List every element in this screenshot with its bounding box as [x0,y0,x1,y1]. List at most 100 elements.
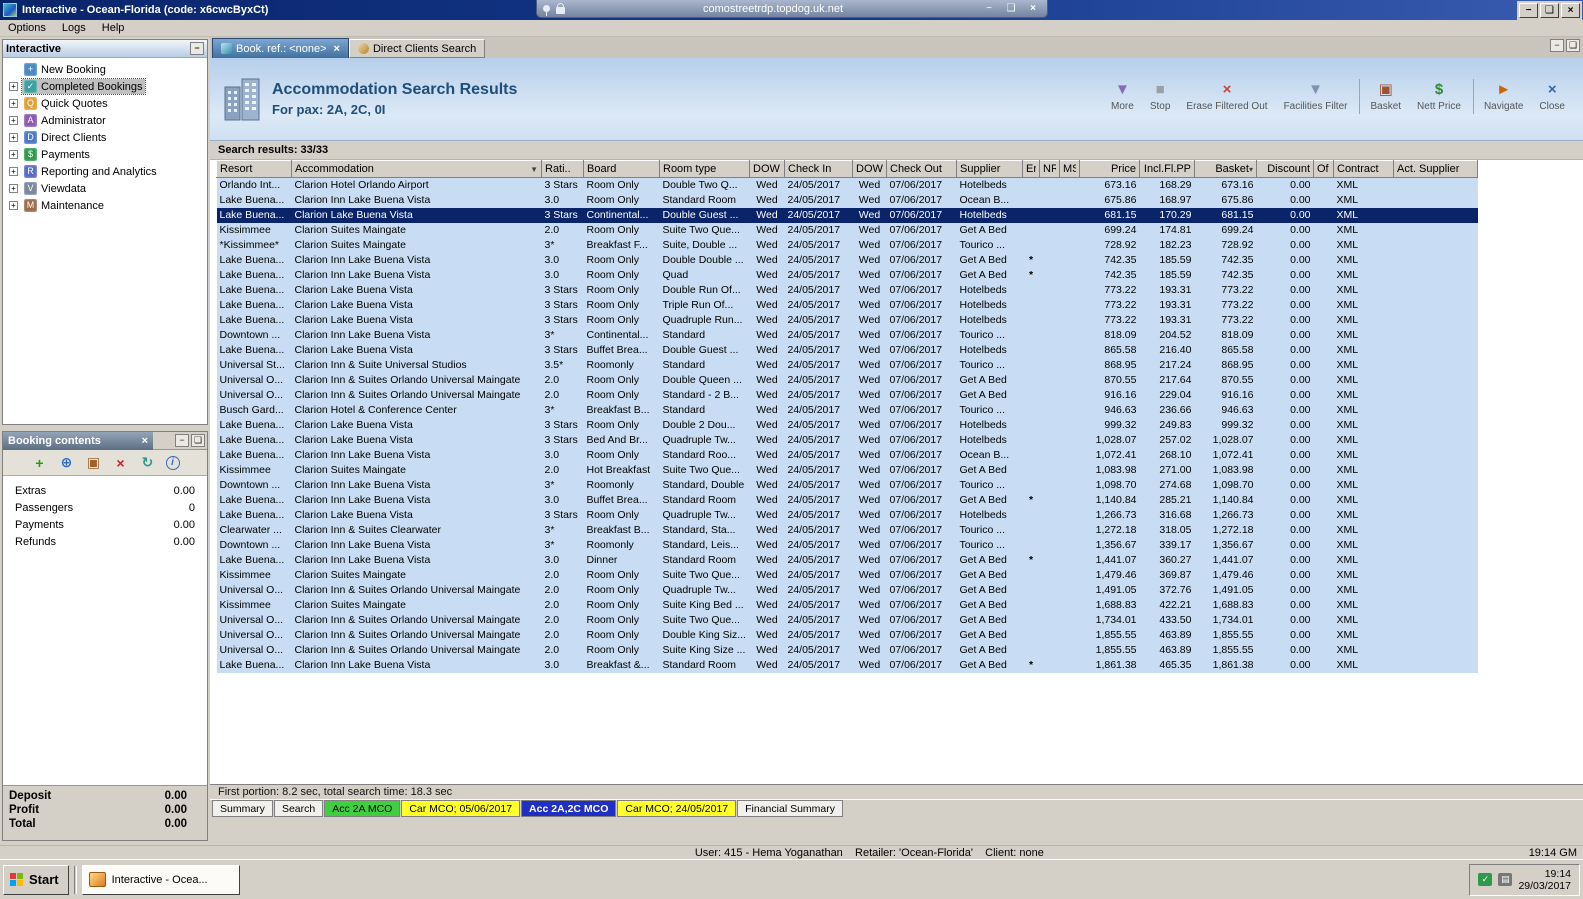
column-header[interactable]: Rati.. [541,160,584,178]
rdp-close-button[interactable] [1025,2,1041,16]
toolbar-button[interactable]: ■ Stop [1142,79,1179,114]
table-row[interactable]: Universal O... Clarion Inn & Suites Orla… [216,642,1478,658]
table-row[interactable]: Downtown ... Clarion Inn Lake Buena Vist… [216,537,1478,553]
sidebar-item[interactable]: + New Booking [3,61,207,78]
table-row[interactable]: Busch Gard... Clarion Hotel & Conference… [216,402,1478,418]
table-row[interactable]: Universal O... Clarion Inn & Suites Orla… [216,582,1478,598]
table-row[interactable]: Lake Buena... Clarion Lake Buena Vista 3… [216,297,1478,313]
tab-direct-clients-search[interactable]: Direct Clients Search [348,39,486,58]
expand-icon[interactable] [9,116,18,125]
sidebar-item[interactable]: M Maintenance [3,197,207,214]
table-row[interactable]: Lake Buena... Clarion Inn Lake Buena Vis… [216,447,1478,463]
column-header[interactable]: DOW [852,160,887,178]
toolbar-button[interactable]: ▼ More [1103,79,1142,114]
column-header[interactable]: Act. Supplier [1393,160,1478,178]
booking-panel-close-icon[interactable] [142,435,148,447]
booking-toolbar-icon[interactable]: ▣ [85,454,103,472]
expand-icon[interactable] [9,150,18,159]
menu-item[interactable]: Options [0,21,54,35]
table-row[interactable]: Universal O... Clarion Inn & Suites Orla… [216,627,1478,643]
table-row[interactable]: Kissimmee Clarion Suites Maingate 2.0 Ro… [216,597,1478,613]
column-header[interactable]: Basket ▾ [1194,160,1257,178]
column-header[interactable]: Supplier [956,160,1023,178]
booking-toolbar-icon[interactable]: + [31,454,49,472]
table-row[interactable]: Universal St... Clarion Inn & Suite Univ… [216,357,1478,373]
bottom-tab[interactable]: Acc 2A,2C MCO [521,800,617,817]
toolbar-button[interactable]: $ Nett Price [1409,78,1474,114]
table-row[interactable]: Universal O... Clarion Inn & Suites Orla… [216,372,1478,388]
table-row[interactable]: Lake Buena... Clarion Inn Lake Buena Vis… [216,492,1478,508]
booking-toolbar-icon[interactable]: ⊕ [58,454,76,472]
column-header-icon[interactable]: ▼ [530,165,538,174]
toolbar-button[interactable]: ▼ Facilities Filter [1276,78,1361,114]
table-row[interactable]: Universal O... Clarion Inn & Suites Orla… [216,387,1478,403]
table-row[interactable]: *Kissimmee* Clarion Suites Maingate 3* B… [216,237,1478,253]
table-row[interactable]: Lake Buena... Clarion Inn Lake Buena Vis… [216,192,1478,208]
expand-icon[interactable] [9,184,18,193]
table-row[interactable]: Lake Buena... Clarion Lake Buena Vista 3… [216,432,1478,448]
rdp-minimize-button[interactable] [981,2,997,16]
expand-icon[interactable] [9,201,18,210]
sidebar-item[interactable]: D Direct Clients [3,129,207,146]
table-row[interactable]: Lake Buena... Clarion Inn Lake Buena Vis… [216,552,1478,568]
booking-panel-restore-button[interactable] [191,434,205,447]
booking-row[interactable]: Payments 0.00 [3,516,207,533]
table-row[interactable]: Kissimmee Clarion Suites Maingate 2.0 Ro… [216,222,1478,238]
toolbar-button[interactable]: ► Navigate [1476,79,1531,114]
column-header[interactable]: Resort [216,160,292,178]
start-button[interactable]: Start [3,864,69,895]
menu-item[interactable]: Help [94,21,133,35]
sidebar-item[interactable]: R Reporting and Analytics [3,163,207,180]
column-header[interactable]: Check Out [886,160,957,178]
sidebar-item[interactable]: V Viewdata [3,180,207,197]
bottom-tab[interactable]: Financial Summary [737,800,843,817]
bottom-tab[interactable]: Search [273,800,324,817]
booking-toolbar-icon[interactable]: ↻ [139,454,157,472]
table-row[interactable]: Lake Buena... Clarion Lake Buena Vista 3… [216,507,1478,523]
table-row[interactable]: Kissimmee Clarion Suites Maingate 2.0 Ro… [216,567,1478,583]
rdp-restore-button[interactable] [1003,2,1019,16]
booking-toolbar-icon[interactable]: × [112,454,130,472]
table-row[interactable]: Lake Buena... Clarion Lake Buena Vista 3… [216,207,1478,223]
table-row[interactable]: Lake Buena... Clarion Inn Lake Buena Vis… [216,252,1478,268]
expand-icon[interactable] [9,167,18,176]
column-header-icon[interactable]: ▾ [1249,165,1253,174]
column-header[interactable]: DOW [749,160,785,178]
sidebar-item[interactable]: $ Payments [3,146,207,163]
column-header[interactable]: Er [1022,160,1040,178]
column-header[interactable]: Board [583,160,660,178]
table-row[interactable]: Universal O... Clarion Inn & Suites Orla… [216,612,1478,628]
booking-row[interactable]: Refunds 0.00 [3,533,207,550]
expand-icon[interactable] [9,82,18,91]
tray-clock[interactable]: 19:14 29/03/2017 [1518,868,1571,892]
table-row[interactable]: Orlando Int... Clarion Hotel Orlando Air… [216,177,1478,193]
column-header[interactable]: MS [1059,160,1080,178]
column-header[interactable]: Discount [1256,160,1314,178]
table-row[interactable]: Lake Buena... Clarion Lake Buena Vista 3… [216,282,1478,298]
booking-toolbar-icon[interactable]: i [165,455,180,470]
sidebar-item[interactable]: ✓ Completed Bookings [3,78,207,95]
column-header[interactable]: NR [1039,160,1060,178]
table-row[interactable]: Kissimmee Clarion Suites Maingate 2.0 Ho… [216,462,1478,478]
tab-close-icon[interactable] [334,43,340,55]
expand-icon[interactable] [9,99,18,108]
bottom-tab[interactable]: Summary [212,800,273,817]
close-button[interactable] [1561,3,1580,18]
table-row[interactable]: Lake Buena... Clarion Inn Lake Buena Vis… [216,267,1478,283]
minimize-button[interactable] [1519,3,1538,18]
column-header[interactable]: Contract [1333,160,1394,178]
pin-icon[interactable] [543,5,550,16]
expand-icon[interactable] [9,133,18,142]
menu-item[interactable]: Logs [54,21,94,35]
bottom-tab[interactable]: Acc 2A MCO [324,800,401,817]
column-header[interactable]: Price [1079,160,1140,178]
tab-booking-ref[interactable]: Book. ref.: <none> [212,38,349,58]
column-header[interactable]: Check In [784,160,853,178]
sidebar-item[interactable]: A Administrator [3,112,207,129]
bottom-tab[interactable]: Car MCO; 24/05/2017 [617,800,737,817]
collapse-panel-button[interactable] [190,42,204,55]
table-row[interactable]: Downtown ... Clarion Inn Lake Buena Vist… [216,327,1478,343]
toolbar-button[interactable]: × Close [1531,79,1573,114]
maximize-button[interactable] [1540,3,1559,18]
table-row[interactable]: Downtown ... Clarion Inn Lake Buena Vist… [216,477,1478,493]
